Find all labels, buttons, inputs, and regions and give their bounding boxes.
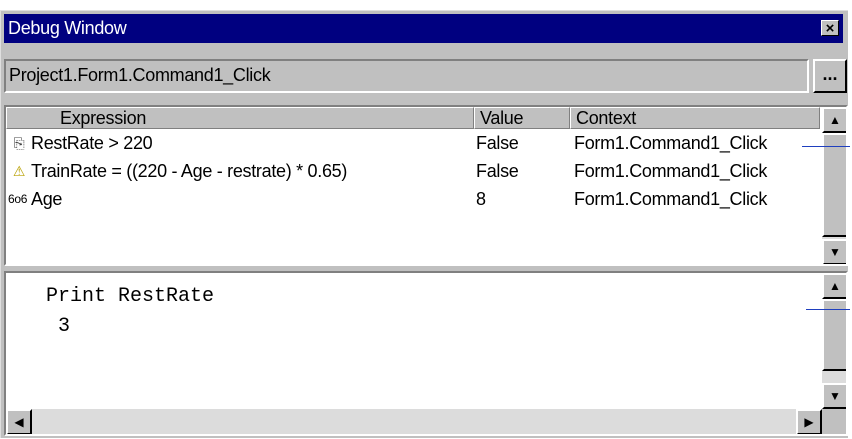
resize-grip[interactable] (822, 409, 846, 434)
close-button[interactable]: × (821, 20, 839, 37)
column-header-value[interactable]: Value (474, 107, 570, 129)
arrow-down-icon: ▼ (829, 389, 841, 403)
callout-line (802, 146, 850, 147)
procedure-field[interactable]: Project1.Form1.Command1_Click (4, 59, 809, 93)
arrow-up-icon: ▲ (829, 279, 841, 293)
scroll-thumb[interactable] (822, 133, 846, 237)
watch-row[interactable]: ⎘ RestRate > 220 False Form1.Command1_Cl… (6, 131, 820, 159)
column-header-expression[interactable]: Expression (6, 107, 474, 129)
watch-expression: RestRate > 220 (31, 133, 153, 153)
arrow-right-icon: ▶ (804, 415, 814, 429)
arrow-left-icon: ◀ (14, 415, 24, 429)
column-header-context[interactable]: Context (570, 107, 820, 129)
immediate-horizontal-scrollbar[interactable]: ◀ ▶ (6, 409, 822, 434)
watch-row[interactable]: 6o6 Age 8 Form1.Command1_Click (6, 187, 820, 215)
watch-value: False (476, 161, 519, 181)
scroll-left-button[interactable]: ◀ (6, 409, 32, 434)
watch-row[interactable]: ⚠ TrainRate = ((220 - Age - restrate) * … (6, 159, 820, 187)
watch-expression-icon: 6o6 (8, 192, 28, 206)
close-icon: × (825, 20, 835, 37)
watch-expression: Age (31, 189, 63, 209)
immediate-pane[interactable]: Print RestRate 3 ▲ ▼ ◀ ▶ (4, 271, 848, 436)
debug-window: Debug Window × Project1.Form1.Command1_C… (0, 10, 848, 438)
break-when-true-icon: ⎘ (13, 135, 25, 151)
arrow-down-icon: ▼ (829, 245, 841, 259)
callout-line (806, 309, 850, 310)
browse-button[interactable]: ... (813, 59, 847, 93)
watch-value: False (476, 133, 519, 153)
immediate-vertical-scrollbar[interactable]: ▲ ▼ (822, 273, 846, 409)
break-when-changed-icon: ⚠ (12, 163, 26, 179)
scroll-right-button[interactable]: ▶ (796, 409, 822, 434)
procedure-text: Project1.Form1.Command1_Click (9, 65, 271, 85)
immediate-line: Print RestRate (46, 285, 215, 308)
watch-pane[interactable]: Expression Value Context ⎘ RestRate > 22… (4, 105, 848, 266)
arrow-up-icon: ▲ (829, 113, 841, 127)
scroll-up-button[interactable]: ▲ (822, 107, 846, 133)
watch-context: Form1.Command1_Click (574, 161, 768, 181)
watch-context: Form1.Command1_Click (574, 189, 768, 209)
scroll-down-button[interactable]: ▼ (822, 383, 846, 409)
watch-context: Form1.Command1_Click (574, 133, 768, 153)
window-title: Debug Window (8, 18, 127, 38)
immediate-line: 3 (46, 315, 71, 338)
watch-value: 8 (476, 189, 486, 209)
watch-expression: TrainRate = ((220 - Age - restrate) * 0.… (31, 161, 348, 181)
scroll-down-button[interactable]: ▼ (822, 239, 846, 264)
scroll-up-button[interactable]: ▲ (822, 273, 846, 299)
watch-vertical-scrollbar[interactable]: ▲ ▼ (822, 107, 846, 264)
title-bar[interactable]: Debug Window × (4, 14, 843, 43)
